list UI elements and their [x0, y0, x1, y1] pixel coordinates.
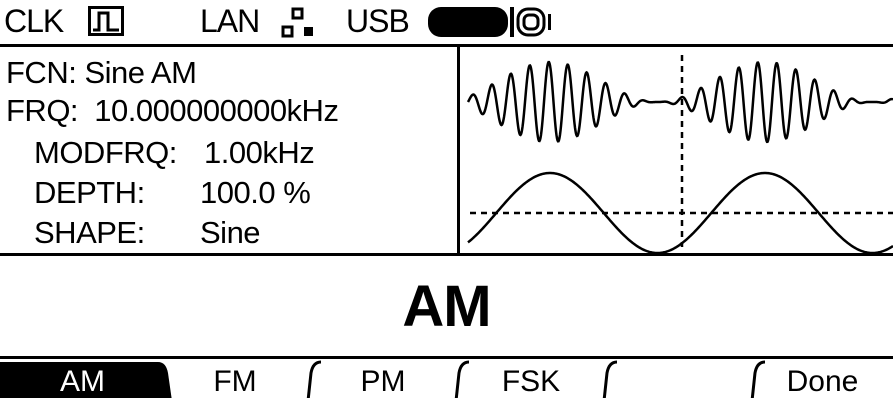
network-icon [281, 7, 313, 38]
depth-label: DEPTH: [34, 175, 145, 210]
usb-label: USB [346, 3, 410, 39]
square-wave-icon [88, 6, 124, 36]
softkey-fsk[interactable]: FSK [456, 363, 606, 398]
function-row[interactable]: FCN: Sine AM [6, 55, 197, 91]
softkey-blank[interactable] [604, 363, 754, 398]
function-value: Sine AM [84, 55, 197, 90]
mode-panel: AM [0, 253, 893, 359]
carrier-trace [466, 60, 893, 144]
depth-value: 100.0 % [200, 175, 311, 210]
depth-row[interactable]: DEPTH: 100.0 % [34, 175, 311, 211]
softkey-pm[interactable]: PM [308, 363, 458, 398]
softkey-am[interactable]: AM [0, 363, 165, 398]
modfrq-value: 1.00kHz [204, 135, 315, 170]
softkey-done[interactable]: Done [752, 363, 893, 398]
lan-label: LAN [200, 3, 260, 39]
frequency-row[interactable]: FRQ: 10.000000000kHz [6, 93, 339, 129]
frequency-label: FRQ: [6, 93, 79, 128]
softkey-fm[interactable]: FM [160, 363, 310, 398]
function-generator-screen: CLK LAN USB FCN: Sine AM FRQ: 10.0000000… [0, 0, 893, 398]
parameter-panel: FCN: Sine AM FRQ: 10.000000000kHz MODFRQ… [0, 47, 460, 253]
softkey-bar: AM FM PM FSK Done [0, 356, 893, 398]
frequency-value: 10.000000000kHz [94, 93, 339, 128]
clk-label: CLK [4, 3, 64, 39]
modfrq-row[interactable]: MODFRQ: 1.00kHz [34, 135, 315, 171]
shape-row[interactable]: SHAPE: Sine [34, 215, 261, 251]
modfrq-label: MODFRQ: [34, 135, 177, 170]
mode-title: AM [402, 274, 491, 339]
shape-label: SHAPE: [34, 215, 145, 250]
function-label: FCN: [6, 55, 77, 90]
shape-value: Sine [200, 215, 261, 250]
usb-stick-icon [428, 7, 551, 37]
status-bar: CLK LAN USB [0, 0, 893, 47]
am-waveform-display [466, 55, 893, 253]
